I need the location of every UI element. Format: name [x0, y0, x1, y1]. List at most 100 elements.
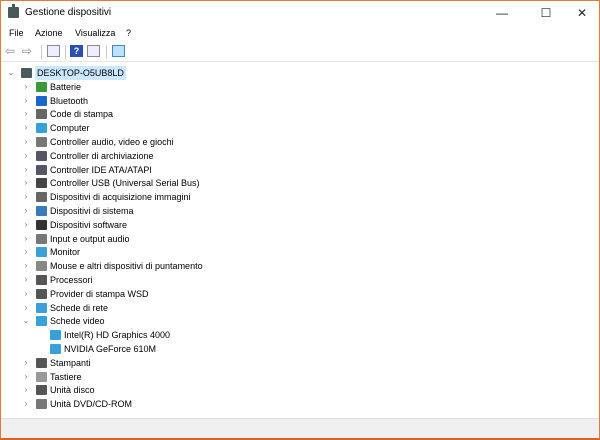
tree-category[interactable]: › Bluetooth [1, 94, 591, 108]
ide-icon [36, 164, 47, 175]
collapse-chevron-icon[interactable]: ⌄ [7, 66, 15, 80]
expand-chevron-icon[interactable]: › [22, 218, 30, 232]
tree-category[interactable]: › Controller IDE ATA/ATAPI [1, 163, 591, 177]
node-label: Dispositivi di sistema [50, 206, 134, 216]
menu-visualizza[interactable]: Visualizza [75, 28, 115, 38]
close-button[interactable]: ✕ [567, 4, 597, 22]
separator [65, 45, 66, 59]
tree-category[interactable]: › Controller USB (Universal Serial Bus) [1, 176, 591, 190]
expand-chevron-icon[interactable]: › [22, 94, 30, 108]
tree-category[interactable]: › Stampanti [1, 356, 591, 370]
scan-hardware-icon[interactable] [112, 45, 125, 57]
node-label: Stampanti [50, 357, 91, 368]
forward-icon[interactable]: ⇨ [22, 45, 35, 57]
mouse-icon [36, 261, 47, 272]
node-label: NVIDIA GeForce 610M [64, 344, 157, 354]
keyboard-icon [36, 371, 47, 382]
menu-help[interactable]: ? [126, 28, 131, 38]
expand-chevron-icon[interactable]: › [22, 383, 30, 397]
camera-icon [36, 192, 47, 203]
system-icon [36, 206, 47, 216]
status-bar [1, 418, 599, 438]
dvd-icon [36, 399, 47, 410]
node-label: Processori [50, 275, 93, 285]
tree-category[interactable]: › Monitor [1, 245, 591, 259]
node-label: Tastiere [50, 371, 82, 382]
tree-category[interactable]: › Code di stampa [1, 107, 591, 121]
node-label: Schede video [50, 316, 105, 327]
tree-category[interactable]: › Computer [1, 121, 591, 135]
tree-category[interactable]: › Unità DVD/CD-ROM [1, 397, 591, 411]
computer-icon [21, 68, 32, 78]
device-tree: ⌄ DESKTOP-O5UB8LD › Batterie › Bluetooth › Code… [1, 66, 599, 416]
node-label: Monitor [50, 247, 81, 258]
software-icon [36, 219, 47, 230]
expand-chevron-icon[interactable]: › [22, 232, 30, 246]
minimize-button[interactable]: — [487, 4, 517, 22]
expand-chevron-icon[interactable]: › [22, 356, 30, 370]
expand-chevron-icon[interactable]: › [22, 190, 30, 204]
tree-category[interactable]: › Tastiere [1, 370, 591, 384]
expand-chevron-icon[interactable]: › [22, 245, 30, 259]
tree-root[interactable]: ⌄ DESKTOP-O5UB8LD [1, 66, 591, 80]
node-label: Controller audio, video e giochi [50, 137, 174, 147]
tree-category[interactable]: › Controller di archiviazione [1, 149, 591, 163]
title-bar: Gestione dispositivi — ☐ ✕ [1, 1, 599, 25]
tree-device[interactable]: Intel(R) HD Graphics 4000 [1, 328, 591, 342]
back-icon[interactable]: ⇦ [5, 45, 18, 57]
network-icon [36, 302, 47, 313]
tree-category[interactable]: › Controller audio, video e giochi [1, 135, 591, 149]
tree-category[interactable]: ⌄ Schede video [1, 314, 591, 328]
expand-chevron-icon[interactable]: › [22, 273, 30, 287]
node-label: Mouse e altri dispositivi di puntamento [50, 261, 203, 272]
node-label: Provider di stampa WSD [50, 288, 149, 299]
tree-category[interactable]: › Input e output audio [1, 232, 591, 246]
disk-icon [36, 385, 47, 396]
display-adapter-icon [50, 344, 61, 354]
expand-chevron-icon[interactable]: › [22, 163, 30, 177]
expand-chevron-icon[interactable]: › [22, 301, 30, 315]
node-label: Dispositivi software [50, 219, 128, 230]
tree-device[interactable]: NVIDIA GeForce 610M [1, 342, 591, 356]
update-driver-icon[interactable] [87, 45, 100, 57]
expand-chevron-icon[interactable]: › [22, 135, 30, 149]
node-label: Computer [50, 123, 90, 134]
tree-category[interactable]: › Dispositivi software [1, 218, 591, 232]
node-label: Dispositivi di acquisizione immagini [50, 192, 191, 203]
expand-chevron-icon[interactable]: › [22, 80, 30, 94]
node-label: DESKTOP-O5UB8LD [35, 66, 126, 80]
tree-category[interactable]: › Dispositivi di sistema [1, 204, 591, 218]
device-manager-window: Gestione dispositivi — ☐ ✕ File Azione V… [0, 0, 600, 440]
expand-chevron-icon[interactable]: › [22, 259, 30, 273]
menu-file[interactable]: File [9, 28, 24, 38]
expand-chevron-icon[interactable]: › [22, 287, 30, 301]
tree-category[interactable]: › Unità disco [1, 383, 591, 397]
storage-icon [36, 150, 47, 161]
menu-azione[interactable]: Azione [35, 28, 63, 38]
expand-chevron-icon[interactable]: › [22, 370, 30, 384]
expand-chevron-icon[interactable]: › [22, 397, 30, 411]
expand-chevron-icon[interactable]: › [22, 107, 30, 121]
tree-category[interactable]: › Processori [1, 273, 591, 287]
help-icon[interactable]: ? [70, 45, 83, 57]
tree-category[interactable]: › Dispositivi di acquisizione immagini [1, 190, 591, 204]
tree-category[interactable]: › Batterie [1, 80, 591, 94]
collapse-chevron-icon[interactable]: ⌄ [22, 314, 30, 328]
tree-category[interactable]: › Provider di stampa WSD [1, 287, 591, 301]
expand-chevron-icon[interactable]: › [22, 149, 30, 163]
usb-icon [36, 178, 47, 189]
tree-category[interactable]: › Schede di rete [1, 301, 591, 315]
print-queue-icon [36, 109, 47, 120]
expand-chevron-icon[interactable]: › [22, 204, 30, 218]
separator [106, 45, 107, 59]
separator [41, 45, 42, 59]
menu-bar: File Azione Visualizza ? [1, 25, 599, 42]
tree-category[interactable]: › Mouse e altri dispositivi di puntamento [1, 259, 591, 273]
properties-icon[interactable] [47, 45, 60, 57]
node-label: Controller di archiviazione [50, 150, 154, 161]
expand-chevron-icon[interactable]: › [22, 176, 30, 190]
expand-chevron-icon[interactable]: › [22, 121, 30, 135]
node-label: Unità disco [50, 385, 95, 396]
maximize-button[interactable]: ☐ [531, 4, 561, 22]
node-label: Controller IDE ATA/ATAPI [50, 164, 152, 175]
